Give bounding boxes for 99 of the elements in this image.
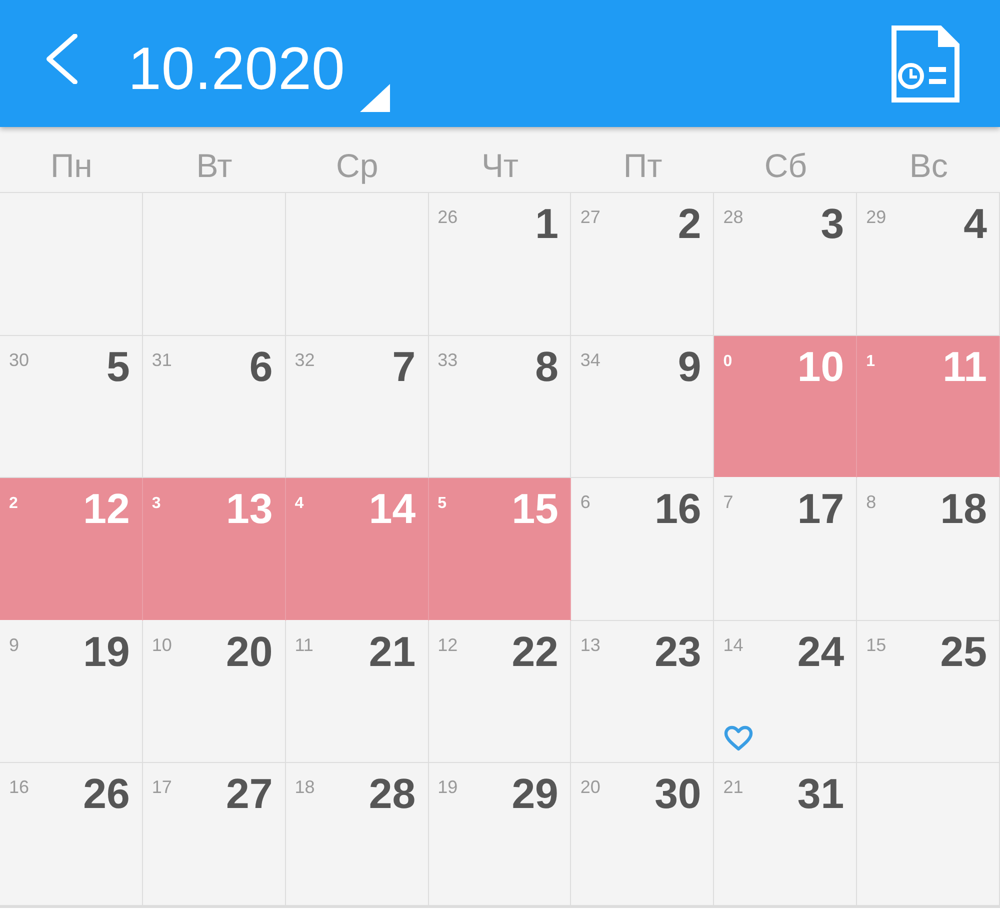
- date-number: 22: [512, 628, 558, 675]
- cycle-day-number: 27: [580, 207, 600, 228]
- day-cell[interactable]: 30 5: [0, 336, 143, 478]
- chevron-left-icon: [45, 34, 78, 84]
- cycle-day-number: 12: [438, 634, 458, 656]
- day-cell[interactable]: 28 3: [714, 193, 858, 336]
- day-cell[interactable]: 10 20: [142, 620, 286, 763]
- day-cell[interactable]: 31 6: [142, 336, 286, 478]
- date-number: 28: [368, 771, 416, 818]
- cycle-day-number: 15: [866, 634, 886, 656]
- date-number: 26: [83, 771, 130, 818]
- cycle-day-number: 20: [580, 777, 600, 798]
- date-number: 16: [654, 486, 702, 532]
- cycle-day-number: 3: [152, 495, 161, 513]
- date-number: 11: [942, 344, 987, 390]
- day-cell[interactable]: 13 23: [571, 620, 714, 763]
- cycle-day-number: 2: [9, 495, 18, 513]
- dropdown-triangle-icon: [360, 84, 390, 112]
- back-button[interactable]: [45, 34, 78, 84]
- date-number: 20: [226, 628, 273, 675]
- day-cell[interactable]: 20 30: [571, 763, 714, 906]
- date-number: 30: [654, 771, 702, 818]
- cycle-day-number: 13: [580, 634, 600, 656]
- date-number: 8: [535, 344, 558, 390]
- cycle-day-number: 1: [866, 352, 876, 370]
- cycle-day-number: 10: [152, 634, 172, 656]
- weekday-label: Пт: [623, 146, 662, 184]
- date-number: 12: [83, 486, 130, 532]
- cycle-day-number: 19: [438, 777, 458, 798]
- cycle-day-number: 0: [723, 352, 732, 370]
- cycle-day-number: 33: [438, 350, 458, 370]
- cycle-day-number: 28: [723, 207, 744, 228]
- day-cell[interactable]: 27 2: [571, 193, 714, 336]
- date-number: 13: [226, 486, 273, 532]
- date-number: 6: [249, 344, 273, 390]
- cycle-day-number: 17: [152, 777, 172, 798]
- day-cell[interactable]: 17 27: [142, 763, 286, 906]
- cycle-day-number: 11: [294, 634, 314, 656]
- cycle-day-number: 7: [723, 492, 734, 513]
- cycle-day-number: 14: [723, 634, 744, 656]
- day-cell[interactable]: 16 26: [0, 763, 143, 906]
- weekday-label: Чт: [481, 146, 519, 184]
- cycle-day-number: 32: [294, 350, 315, 370]
- day-cell[interactable]: 29 4: [857, 193, 1000, 336]
- cycle-day-number: 26: [438, 207, 458, 228]
- date-number: 25: [940, 628, 987, 675]
- date-number: 29: [512, 771, 558, 818]
- date-number: 21: [368, 628, 416, 675]
- date-number: 23: [654, 628, 702, 675]
- date-number: 24: [797, 628, 844, 675]
- date-number: 4: [964, 201, 987, 248]
- date-number: 2: [678, 201, 702, 248]
- day-cell[interactable]: 15 25: [857, 620, 1000, 763]
- day-cell[interactable]: 26 1: [428, 193, 572, 336]
- day-cell[interactable]: 9 19: [0, 620, 143, 763]
- cycle-day-number: 30: [9, 350, 30, 370]
- date-number: 7: [392, 344, 416, 390]
- date-number: 17: [797, 486, 844, 532]
- day-cell[interactable]: 11 21: [286, 620, 429, 763]
- weekday-label: Вт: [196, 146, 232, 184]
- day-cell[interactable]: 8 18: [857, 478, 1000, 620]
- date-number: 10: [797, 344, 844, 390]
- document-clock-icon: [891, 24, 960, 102]
- weekday-label: Сб: [764, 146, 808, 184]
- day-cell[interactable]: 18 28: [286, 763, 429, 906]
- cycle-day-number: 8: [866, 492, 876, 513]
- day-cell[interactable]: 12 22: [428, 620, 572, 763]
- date-number: 5: [106, 344, 130, 390]
- date-number: 15: [512, 486, 558, 532]
- day-cell[interactable]: 14 24: [714, 620, 858, 763]
- day-cell[interactable]: 7 17: [714, 478, 858, 620]
- cycle-day-number: 16: [9, 777, 30, 798]
- day-cell[interactable]: 19 29: [428, 763, 572, 906]
- cycle-day-number: 18: [294, 777, 315, 798]
- date-number: 14: [368, 486, 416, 532]
- date-number: 19: [83, 628, 130, 675]
- weekday-label: Вс: [909, 146, 948, 184]
- date-number: 3: [820, 201, 844, 248]
- cycle-day-number: 21: [723, 777, 744, 798]
- cycle-day-number: 4: [294, 495, 304, 513]
- weekday-label: Ср: [336, 146, 378, 184]
- date-number: 18: [940, 486, 987, 532]
- cycle-day-number: 6: [580, 492, 590, 513]
- date-number: 27: [226, 771, 273, 818]
- report-button[interactable]: [891, 24, 960, 102]
- date-number: 31: [797, 771, 844, 818]
- weekday-label: Пн: [50, 146, 92, 184]
- day-cell[interactable]: 6 16: [571, 478, 714, 620]
- cycle-day-number: 9: [9, 634, 20, 656]
- cycle-day-number: 29: [866, 207, 886, 228]
- day-cell[interactable]: 33 8: [428, 336, 572, 478]
- date-number: 1: [535, 201, 558, 248]
- cycle-day-number: 34: [580, 350, 600, 370]
- day-cell[interactable]: 32 7: [286, 336, 429, 478]
- cycle-day-number: 5: [438, 495, 446, 513]
- day-cell[interactable]: 34 9: [571, 336, 714, 478]
- cycle-day-number: 31: [152, 350, 172, 370]
- date-number: 9: [678, 344, 702, 390]
- day-cell[interactable]: 21 31: [714, 763, 858, 906]
